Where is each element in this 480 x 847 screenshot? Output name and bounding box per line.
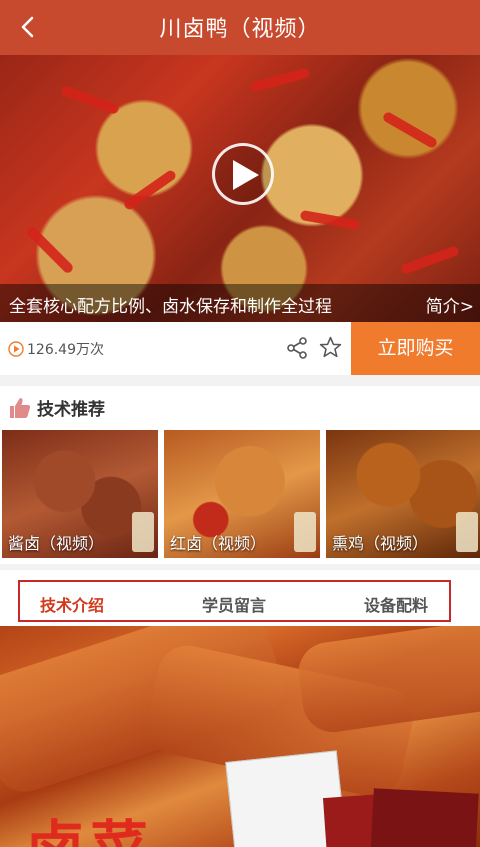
brand-seal bbox=[456, 512, 478, 552]
buy-now-button[interactable]: 立即购买 bbox=[351, 322, 480, 375]
share-icon[interactable] bbox=[285, 336, 309, 360]
recommend-label-2: 红卤（视频） bbox=[170, 534, 267, 553]
action-bar: 126.49万次 立即购买 bbox=[0, 322, 480, 375]
video-caption-bar: 全套核心配方比例、卤水保存和制作全过程 简介> bbox=[0, 284, 480, 322]
brand-seal bbox=[294, 512, 316, 552]
recommend-label-3: 熏鸡（视频） bbox=[332, 534, 429, 553]
video-description: 全套核心配方比例、卤水保存和制作全过程 bbox=[9, 297, 332, 317]
recommendation-section: 技术推荐 酱卤（视频） 红卤（视频） 熏鸡（视频） bbox=[0, 386, 480, 564]
play-count: 126.49万次 bbox=[8, 339, 104, 359]
tab-group: 技术介绍 学员留言 设备配料 bbox=[18, 580, 451, 622]
favorite-star-icon[interactable] bbox=[318, 335, 343, 360]
product-image: 卤菜 bbox=[0, 626, 480, 847]
tab-equipment-ingredients[interactable]: 设备配料 bbox=[364, 592, 428, 616]
recommend-card-2[interactable]: 红卤（视频） bbox=[164, 430, 320, 558]
recommend-label-1: 酱卤（视频） bbox=[8, 534, 105, 553]
thumbs-up-icon bbox=[10, 397, 31, 418]
recommendation-header: 技术推荐 bbox=[8, 395, 105, 420]
recommend-card-3[interactable]: 熏鸡（视频） bbox=[326, 430, 480, 558]
tab-tech-intro[interactable]: 技术介绍 bbox=[40, 592, 104, 616]
recommendation-title: 技术推荐 bbox=[37, 400, 105, 420]
tab-bar: 技术介绍 学员留言 设备配料 bbox=[0, 570, 480, 626]
product-banner-text: 卤菜 bbox=[26, 801, 154, 847]
intro-link[interactable]: 简介> bbox=[426, 292, 474, 317]
play-count-text: 126.49万次 bbox=[27, 342, 104, 358]
package-image bbox=[370, 788, 479, 847]
app-header: 川卤鸭（视频） bbox=[0, 0, 480, 55]
page-title: 川卤鸭（视频） bbox=[159, 17, 321, 42]
recommend-card-1[interactable]: 酱卤（视频） bbox=[2, 430, 158, 558]
play-count-icon bbox=[8, 341, 24, 357]
tab-student-messages[interactable]: 学员留言 bbox=[202, 592, 266, 616]
brand-seal bbox=[132, 512, 154, 552]
play-button[interactable] bbox=[212, 143, 274, 205]
video-player[interactable]: 全套核心配方比例、卤水保存和制作全过程 简介> bbox=[0, 55, 480, 322]
